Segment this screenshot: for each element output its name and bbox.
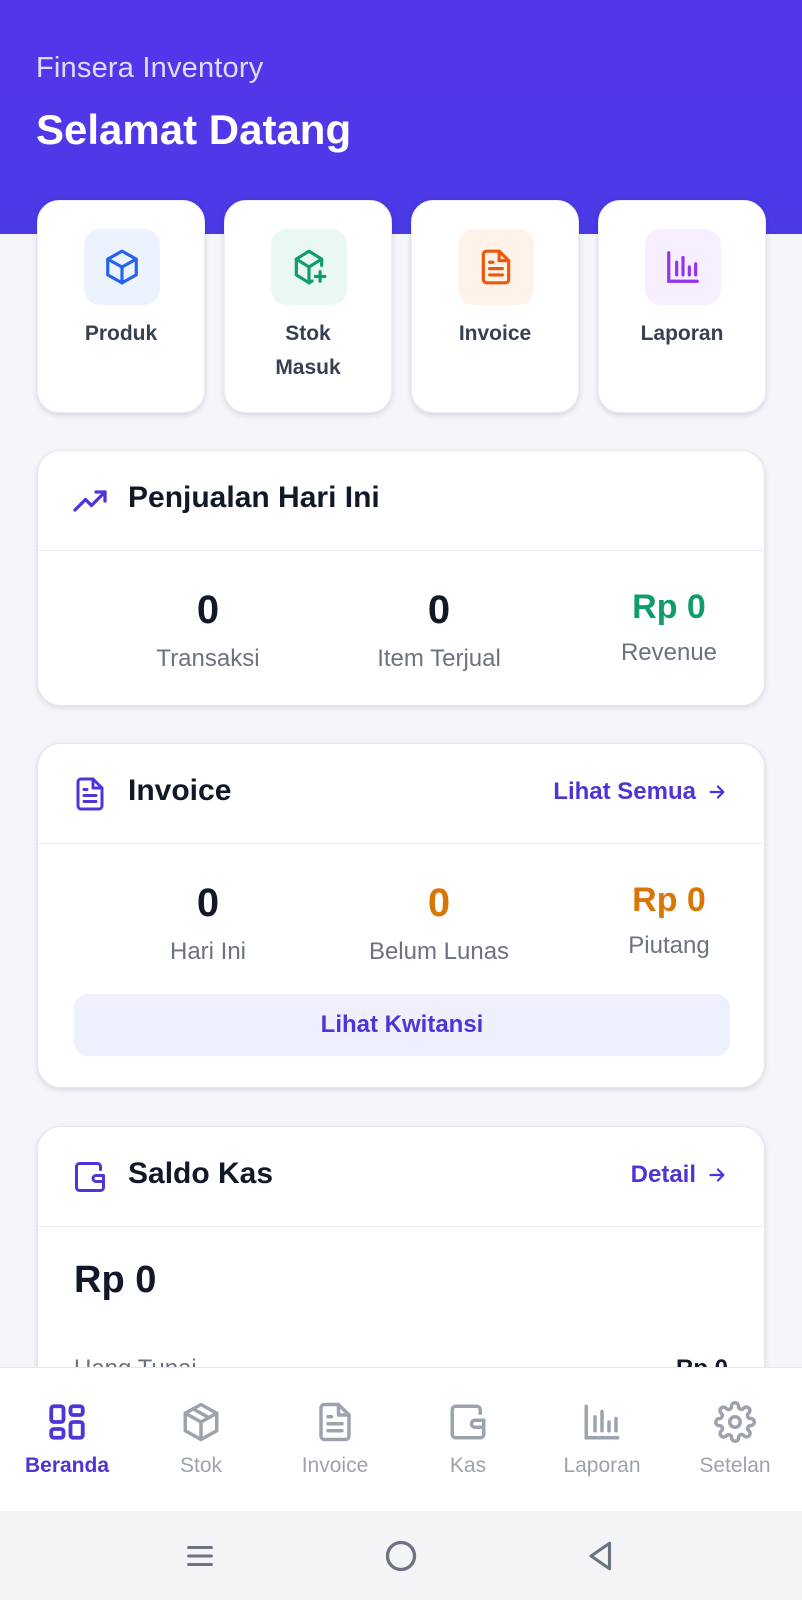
card-header: Saldo Kas Detail bbox=[38, 1127, 764, 1227]
nav-item-setelan[interactable]: Setelan bbox=[668, 1398, 802, 1478]
wallet-icon bbox=[401, 1398, 535, 1446]
nav-item-kas[interactable]: Kas bbox=[401, 1398, 535, 1478]
nav-item-laporan[interactable]: Laporan bbox=[535, 1398, 669, 1478]
card-title: Penjualan Hari Ini bbox=[128, 481, 380, 514]
recent-apps-icon[interactable] bbox=[177, 1533, 223, 1579]
quick-action-label: Stok Masuk bbox=[275, 322, 341, 379]
quick-action-stok-masuk[interactable]: Stok Masuk bbox=[224, 200, 392, 413]
stat-label: Revenue bbox=[620, 639, 718, 666]
stat-value: Rp 0 bbox=[632, 881, 706, 919]
box-plus-icon bbox=[271, 229, 347, 305]
stat-value: 0 bbox=[196, 881, 220, 925]
stat-label: Hari Ini bbox=[169, 938, 247, 965]
stat-transaksi: 0 Transaksi bbox=[93, 587, 323, 673]
nav-label: Setelan bbox=[699, 1454, 771, 1477]
document-icon bbox=[458, 229, 534, 305]
header-banner: Finsera Inventory Selamat Datang bbox=[0, 0, 802, 234]
nav-label: Laporan bbox=[563, 1454, 641, 1477]
document-icon bbox=[268, 1398, 402, 1446]
sales-today-card: Penjualan Hari Ini 0 Transaksi 0 Item Te… bbox=[37, 450, 765, 706]
arrow-right-icon bbox=[709, 1168, 725, 1182]
box-icon bbox=[134, 1398, 268, 1446]
quick-action-invoice[interactable]: Invoice bbox=[411, 200, 579, 413]
arrow-right-icon bbox=[709, 785, 725, 799]
stat-hari-ini: 0 Hari Ini bbox=[93, 880, 323, 966]
nav-label: Beranda bbox=[24, 1454, 110, 1477]
quick-action-laporan[interactable]: Laporan bbox=[598, 200, 766, 413]
stat-label: Transaksi bbox=[156, 645, 260, 672]
stat-item-terjual: 0 Item Terjual bbox=[324, 587, 554, 673]
nav-item-beranda[interactable]: Beranda bbox=[0, 1398, 134, 1478]
link-label: Detail bbox=[630, 1161, 696, 1188]
box-icon bbox=[84, 229, 160, 305]
app-name: Finsera Inventory bbox=[36, 52, 264, 84]
nav-label: Kas bbox=[449, 1454, 487, 1477]
stat-piutang: Rp 0 Piutang bbox=[554, 880, 764, 960]
bottom-navigation: Beranda Stok Invoice Kas Laporan Setelan bbox=[0, 1367, 802, 1511]
card-header: Invoice Lihat Semua bbox=[38, 744, 764, 844]
link-label: Lihat Semua bbox=[553, 778, 696, 805]
quick-action-label: Laporan bbox=[640, 322, 724, 345]
card-title: Invoice bbox=[128, 774, 232, 807]
bar-chart-icon bbox=[535, 1398, 669, 1446]
quick-action-label: Produk bbox=[84, 322, 158, 345]
quick-action-label: Invoice bbox=[458, 322, 532, 345]
nav-item-invoice[interactable]: Invoice bbox=[268, 1398, 402, 1478]
card-title: Saldo Kas bbox=[128, 1157, 274, 1190]
stat-value: Rp 0 bbox=[632, 588, 706, 626]
stat-label: Belum Lunas bbox=[368, 938, 510, 965]
stat-value: 0 bbox=[427, 881, 451, 925]
back-icon[interactable] bbox=[578, 1533, 624, 1579]
stat-label: Piutang bbox=[628, 932, 710, 959]
wallet-icon bbox=[75, 1162, 105, 1192]
stat-belum-lunas: 0 Belum Lunas bbox=[324, 880, 554, 966]
cash-detail-link[interactable]: Detail bbox=[631, 1161, 728, 1189]
trending-up-icon bbox=[73, 490, 107, 512]
see-all-invoice-link[interactable]: Lihat Semua bbox=[553, 778, 728, 806]
stat-revenue: Rp 0 Revenue bbox=[554, 587, 764, 667]
welcome-title: Selamat Datang bbox=[36, 106, 352, 153]
card-header: Penjualan Hari Ini bbox=[38, 451, 764, 551]
invoice-card: Invoice Lihat Semua 0 Hari Ini 0 Belum L… bbox=[37, 743, 765, 1088]
nav-item-stok[interactable]: Stok bbox=[134, 1398, 268, 1478]
document-icon bbox=[76, 777, 104, 811]
nav-label: Invoice bbox=[301, 1454, 369, 1477]
stat-label: Item Terjual bbox=[377, 645, 501, 672]
gear-icon bbox=[668, 1398, 802, 1446]
home-icon[interactable] bbox=[378, 1533, 424, 1579]
nav-label: Stok bbox=[179, 1454, 223, 1477]
grid-icon bbox=[0, 1398, 134, 1446]
system-navigation-bar bbox=[0, 1511, 802, 1600]
stat-value: 0 bbox=[427, 588, 451, 632]
quick-action-produk[interactable]: Produk bbox=[37, 200, 205, 413]
cash-balance-value: Rp 0 bbox=[74, 1259, 157, 1301]
bar-chart-icon bbox=[645, 229, 721, 305]
view-receipt-button[interactable]: Lihat Kwitansi bbox=[74, 994, 730, 1056]
stat-value: 0 bbox=[196, 588, 220, 632]
